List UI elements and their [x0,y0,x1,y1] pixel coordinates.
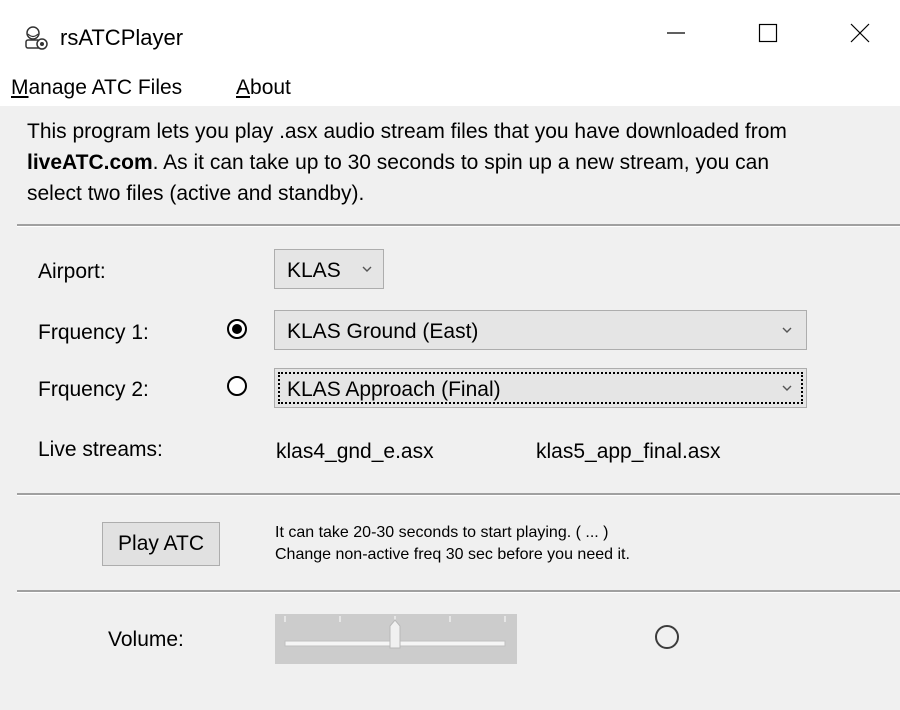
frequency-2-dropdown[interactable]: KLAS Approach (Final) [274,368,807,408]
frequency-2-value: KLAS Approach (Final) [287,378,501,401]
minimize-icon [666,23,686,48]
circle-icon [655,625,679,649]
menu-label: bout [250,76,291,99]
frequency-2-radio[interactable] [227,376,247,396]
menu-bar: Manage ATC Files About [0,70,900,106]
chevron-down-icon [780,323,794,337]
close-button[interactable] [814,0,900,70]
description-line-3: select two files (active and standby). [27,182,365,205]
description-line-2: liveATC.com. As it can take up to 30 sec… [27,147,897,178]
live-streams-label: Live streams: [38,438,163,461]
window-title: rsATCPlayer [60,25,184,50]
radio-selected-dot [232,324,242,334]
frequency-1-label: Frquency 1: [38,321,149,344]
play-atc-button[interactable]: Play ATC [102,522,220,566]
hint-line-1: It can take 20-30 seconds to start playi… [275,524,609,541]
app-icon [23,25,49,51]
maximize-button[interactable] [722,0,814,70]
divider [17,590,900,593]
menu-manage-atc-files[interactable]: Manage ATC Files [11,75,182,101]
app-window: rsATCPlayer Manage ATC Files About This … [0,0,900,710]
liveatc-link-text: liveATC.com [27,151,153,174]
frequency-1-value: KLAS Ground (East) [287,320,479,343]
live-stream-1: klas4_gnd_e.asx [276,440,434,463]
chevron-down-icon [780,381,794,395]
close-icon [850,23,870,48]
chevron-down-icon [360,262,374,276]
menu-label: anage ATC Files [28,76,183,99]
hint-line-2: Change non-active freq 30 sec before you… [275,546,630,563]
divider [17,224,900,227]
volume-label: Volume: [108,628,184,651]
airport-dropdown[interactable]: KLAS [274,249,384,289]
divider [17,493,900,496]
title-bar[interactable]: rsATCPlayer [0,0,900,70]
maximize-icon [758,23,778,48]
description-text: This program lets you play .asx audio st… [27,116,897,209]
volume-slider[interactable] [275,614,517,664]
description-line-1: This program lets you play .asx audio st… [27,120,787,143]
frequency-1-radio[interactable] [227,319,247,339]
frequency-1-dropdown[interactable]: KLAS Ground (East) [274,310,807,350]
minimize-button[interactable] [630,0,722,70]
description-line-2-rest: . As it can take up to 30 seconds to spi… [152,151,770,174]
menu-about[interactable]: About [236,75,291,101]
menu-accel: A [236,76,251,99]
airport-label: Airport: [38,260,106,283]
volume-thumb [389,619,401,649]
menu-accel: M [11,76,29,99]
volume-slider-graphic [284,616,506,649]
frequency-2-label: Frquency 2: [38,378,149,401]
live-stream-2: klas5_app_final.asx [536,440,721,463]
airport-value: KLAS [287,259,341,282]
